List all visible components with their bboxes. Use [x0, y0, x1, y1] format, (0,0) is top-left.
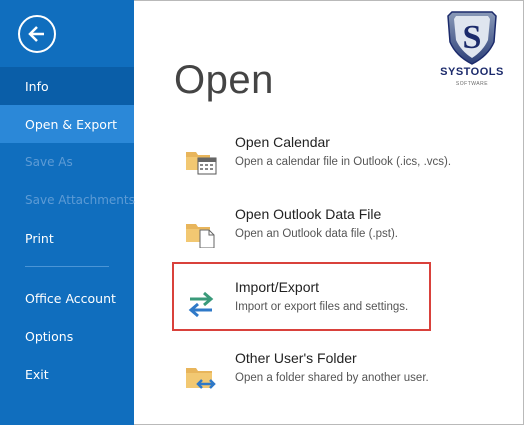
sidebar-item-label: Save Attachments — [25, 193, 135, 207]
option-description: Open a calendar file in Outlook (.ics, .… — [235, 156, 452, 168]
option-description: Open an Outlook data file (.pst). — [235, 228, 399, 240]
sidebar-item-label: Print — [25, 230, 54, 246]
sidebar-item-save-as: Save As — [0, 143, 134, 181]
back-button[interactable] — [18, 15, 56, 53]
sidebar-item-label: Save As — [25, 155, 73, 169]
other-users-folder-option[interactable]: Other User's Folder Open a folder shared… — [174, 348, 514, 406]
sidebar-item-exit[interactable]: Exit — [0, 355, 134, 393]
main-panel: Open S SYSTOOLS SOFTWARE Open Calendar O… — [134, 0, 524, 425]
sidebar-item-label: Info — [25, 78, 49, 94]
sidebar-item-print[interactable]: Print — [0, 219, 134, 257]
folder-shared-icon — [186, 368, 216, 389]
sidebar-item-office-account[interactable]: Office Account — [0, 279, 134, 317]
logo-subtitle: SOFTWARE — [455, 81, 489, 87]
import-export-highlight-box — [172, 262, 431, 331]
option-title: Open Calendar — [235, 134, 330, 150]
back-arrow-icon — [28, 26, 44, 42]
systools-logo: S SYSTOOLS SOFTWARE — [426, 8, 518, 108]
folder-calendar-icon — [186, 152, 217, 175]
systools-shield-icon: S — [447, 11, 497, 65]
open-outlook-data-file-option[interactable]: Open Outlook Data File Open an Outlook d… — [174, 204, 514, 262]
sidebar-item-info[interactable]: Info — [0, 67, 134, 105]
option-title: Other User's Folder — [235, 350, 357, 366]
option-description: Open a folder shared by another user. — [235, 372, 429, 384]
sidebar-item-label: Options — [25, 328, 74, 344]
sidebar-divider — [25, 266, 109, 267]
folder-file-icon — [186, 224, 215, 248]
sidebar-item-save-attachments: Save Attachments — [0, 181, 135, 219]
sidebar-item-options[interactable]: Options — [0, 317, 134, 355]
sidebar-item-label: Office Account — [25, 290, 116, 306]
sidebar-item-label: Open & Export — [25, 116, 117, 132]
svg-text:S: S — [463, 19, 482, 56]
sidebar-item-label: Exit — [25, 366, 49, 382]
backstage-sidebar: Info Open & Export Save As Save Attachme… — [0, 0, 135, 425]
logo-brand: SYSTOOLS — [440, 66, 504, 78]
sidebar-item-open-export[interactable]: Open & Export — [0, 105, 134, 143]
open-calendar-option[interactable]: Open Calendar Open a calendar file in Ou… — [174, 132, 514, 190]
page-title: Open — [174, 58, 274, 102]
option-title: Open Outlook Data File — [235, 206, 382, 222]
